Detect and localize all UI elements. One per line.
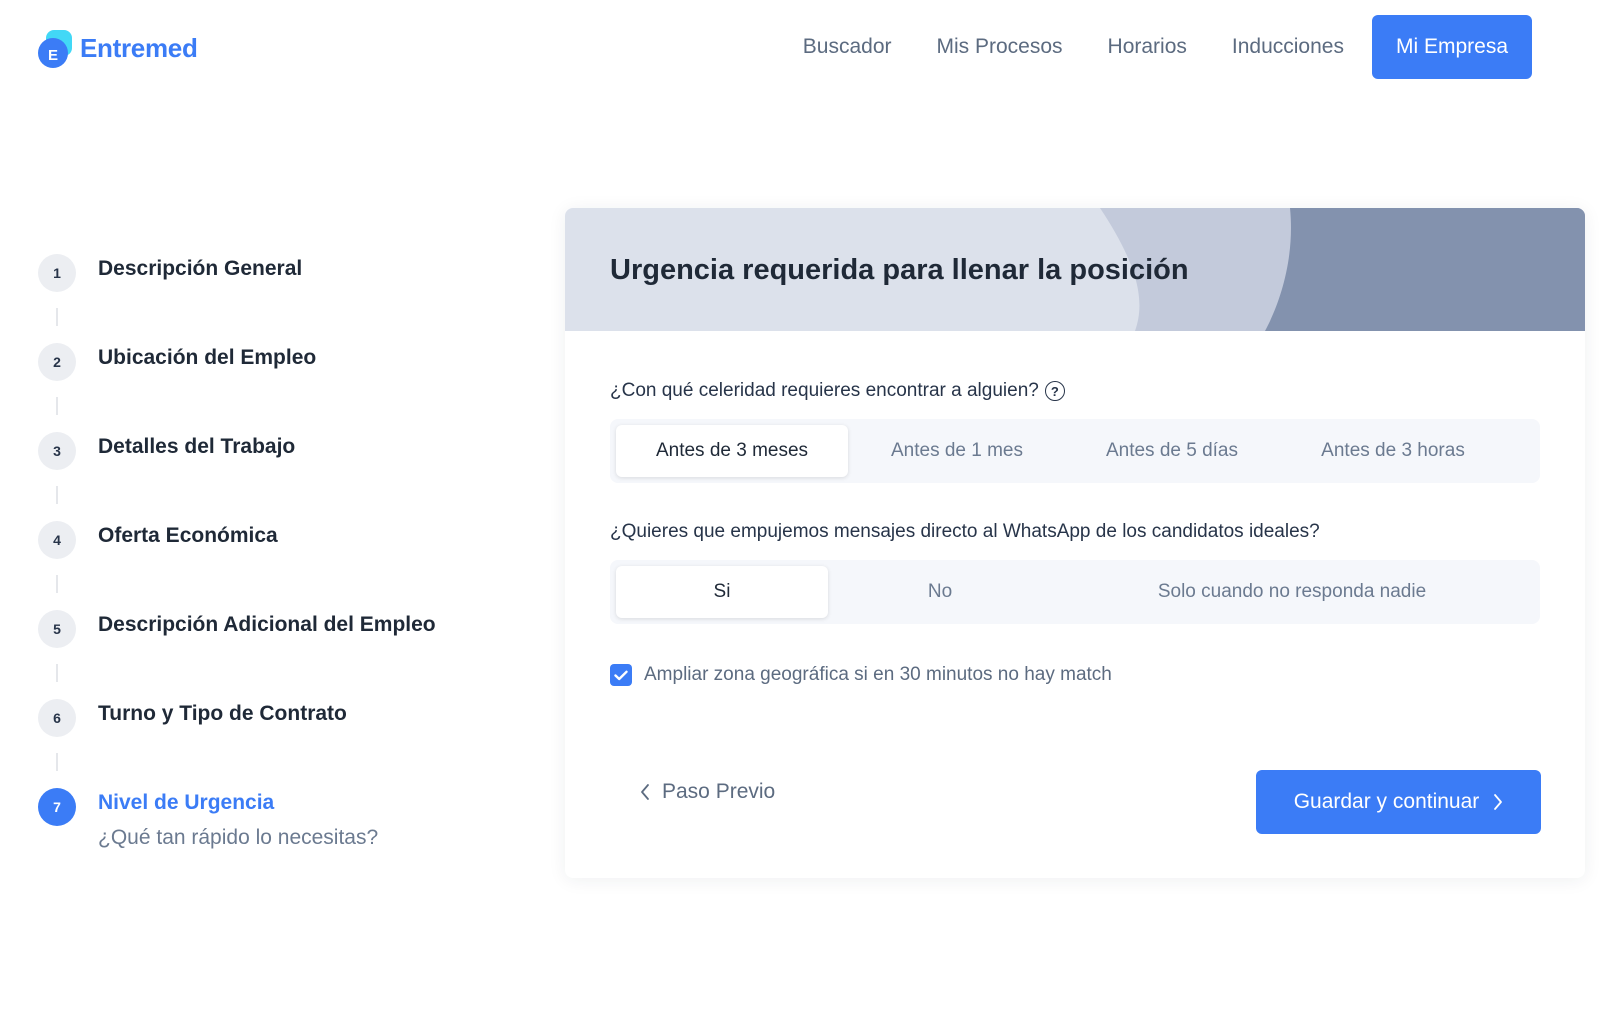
step-number: 6 — [38, 699, 76, 737]
whatsapp-segmented-control: Si No Solo cuando no responda nadie — [610, 560, 1540, 624]
step-connector — [56, 753, 58, 771]
nav-link-inducciones[interactable]: Inducciones — [1232, 35, 1344, 59]
step-number: 5 — [38, 610, 76, 648]
step-5[interactable]: 5 Descripción Adicional del Empleo — [38, 608, 508, 697]
question-whatsapp: ¿Quieres que empujemos mensajes directo … — [610, 521, 1320, 543]
question-speed-label: ¿Con qué celeridad requieres encontrar a… — [610, 380, 1039, 401]
step-2[interactable]: 2 Ubicación del Empleo — [38, 341, 508, 430]
step-label: Oferta Económica — [98, 524, 278, 547]
step-connector — [56, 664, 58, 682]
step-1[interactable]: 1 Descripción General — [38, 252, 508, 341]
step-4[interactable]: 4 Oferta Económica — [38, 519, 508, 608]
step-label: Ubicación del Empleo — [98, 346, 317, 369]
top-navbar: E Entremed Buscador Mis Procesos Horario… — [0, 0, 1618, 96]
question-whatsapp-label: ¿Quieres que empujemos mensajes directo … — [610, 521, 1320, 542]
step-number: 1 — [38, 254, 76, 292]
page: E Entremed Buscador Mis Procesos Horario… — [0, 0, 1618, 1010]
step-number: 2 — [38, 343, 76, 381]
step-7[interactable]: 7 Nivel de Urgencia ¿Qué tan rápido lo n… — [38, 786, 508, 875]
step-connector — [56, 486, 58, 504]
whatsapp-option-si[interactable]: Si — [616, 566, 828, 618]
brand-logo[interactable]: E Entremed — [36, 28, 198, 68]
step-6[interactable]: 6 Turno y Tipo de Contrato — [38, 697, 508, 786]
step-label: Detalles del Trabajo — [98, 435, 296, 458]
whatsapp-option-solo-cuando[interactable]: Solo cuando no responda nadie — [1052, 566, 1532, 618]
question-speed: ¿Con qué celeridad requieres encontrar a… — [610, 380, 1065, 402]
step-label: Descripción General — [98, 257, 303, 280]
check-icon — [614, 670, 628, 680]
speed-option-3-horas[interactable]: Antes de 3 horas — [1278, 425, 1508, 477]
step-number: 4 — [38, 521, 76, 559]
step-label: Descripción Adicional del Empleo — [98, 613, 436, 636]
expand-zone-checkbox-row[interactable]: Ampliar zona geográfica si en 30 minutos… — [610, 664, 1112, 686]
step-connector — [56, 397, 58, 415]
main-nav: Buscador Mis Procesos Horarios Induccion… — [758, 15, 1532, 79]
progress-stepper: 1 Descripción General 2 Ubicación del Em… — [38, 252, 508, 875]
urgency-form-card: Urgencia requerida para llenar la posici… — [565, 208, 1585, 878]
save-continue-button[interactable]: Guardar y continuar — [1256, 770, 1541, 834]
expand-zone-label: Ampliar zona geográfica si en 30 minutos… — [644, 664, 1112, 685]
mi-empresa-button[interactable]: Mi Empresa — [1371, 15, 1532, 79]
question-circle-icon[interactable]: ? — [1044, 381, 1065, 401]
card-title: Urgencia requerida para llenar la posici… — [610, 254, 1189, 286]
card-header: Urgencia requerida para llenar la posici… — [565, 208, 1585, 331]
step-subtitle: ¿Qué tan rápido lo necesitas? — [98, 826, 379, 849]
step-number: 7 — [38, 788, 76, 826]
nav-link-buscador[interactable]: Buscador — [803, 35, 892, 59]
step-3[interactable]: 3 Detalles del Trabajo — [38, 430, 508, 519]
step-connector — [56, 575, 58, 593]
chevron-left-icon — [641, 784, 649, 800]
step-number: 3 — [38, 432, 76, 470]
speed-segmented-control: Antes de 3 meses Antes de 1 mes Antes de… — [610, 419, 1540, 483]
step-label: Nivel de Urgencia — [98, 791, 275, 814]
whatsapp-option-no[interactable]: No — [828, 566, 1052, 618]
nav-link-mis-procesos[interactable]: Mis Procesos — [937, 35, 1063, 59]
save-continue-label: Guardar y continuar — [1293, 790, 1480, 813]
previous-step-label: Paso Previo — [662, 780, 776, 803]
chevron-right-icon — [1494, 794, 1503, 810]
step-connector — [56, 308, 58, 326]
step-label: Turno y Tipo de Contrato — [98, 702, 347, 725]
previous-step-button[interactable]: Paso Previo — [640, 780, 775, 804]
nav-link-horarios[interactable]: Horarios — [1108, 35, 1187, 59]
speed-option-5-dias[interactable]: Antes de 5 días — [1066, 425, 1278, 477]
brand-name: Entremed — [80, 32, 198, 63]
speed-option-3-meses[interactable]: Antes de 3 meses — [616, 425, 848, 477]
expand-zone-checkbox[interactable] — [610, 664, 632, 686]
logo-icon: E — [36, 28, 74, 68]
speed-option-1-mes[interactable]: Antes de 1 mes — [848, 425, 1066, 477]
